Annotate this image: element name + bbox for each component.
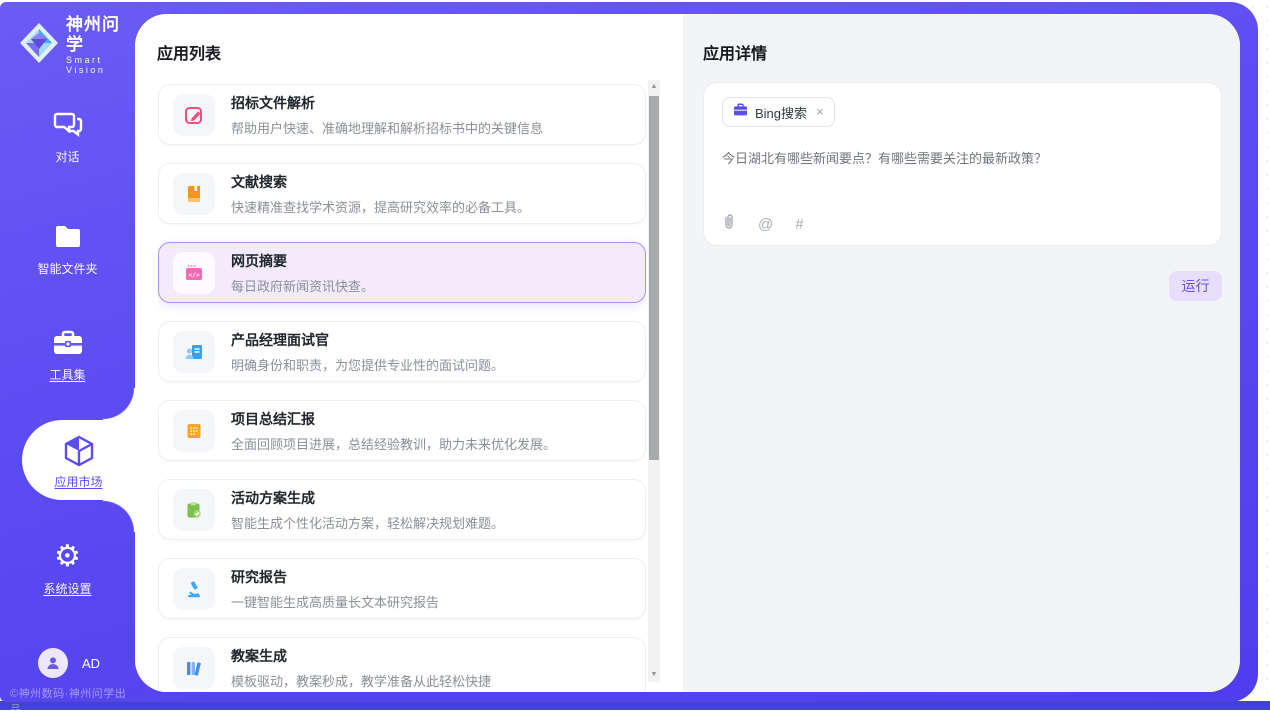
app-card-title: 研究报告 [231, 567, 439, 587]
app-card-desc: 每日政府新闻资讯快查。 [231, 276, 374, 295]
app-card-title: 项目总结汇报 [231, 409, 556, 429]
app-card-desc: 智能生成个性化活动方案，轻松解决规划难题。 [231, 513, 504, 532]
app-card-title: 招标文件解析 [231, 93, 543, 113]
brand-subtitle: Smart Vision [66, 55, 135, 75]
sidebar-item-app-market[interactable]: 应用市场 [22, 420, 135, 500]
input-toolbar: @ # [722, 213, 804, 235]
app-card-title: 教案生成 [231, 646, 491, 666]
close-icon[interactable]: × [816, 106, 824, 118]
app-list-panel: 应用列表 招标文件解析 帮助用户快速、准确地理解和解析招标书中的关键信息 [135, 14, 683, 692]
app-card-title: 活动方案生成 [231, 488, 504, 508]
book-icon [173, 173, 215, 215]
app-card-lesson-plan[interactable]: 教案生成 模板驱动，教案秒成，教学准备从此轻松快捷 [158, 637, 646, 692]
app-card-desc: 明确身份和职责，为您提供专业性的面试问题。 [231, 355, 504, 374]
app-card-desc: 快速精准查找学术资源，提高研究效率的必备工具。 [231, 197, 530, 216]
chat-bubbles-icon [0, 110, 135, 140]
clipboard-check-icon [173, 489, 215, 531]
app-list: 招标文件解析 帮助用户快速、准确地理解和解析招标书中的关键信息 文献搜索 快速精… [158, 84, 646, 692]
cube-icon [22, 435, 135, 467]
sidebar-item-smart-folder[interactable]: 智能文件夹 [0, 222, 135, 277]
app-card-literature-search[interactable]: 文献搜索 快速精准查找学术资源，提高研究效率的必备工具。 [158, 163, 646, 224]
app-list-title: 应用列表 [157, 40, 221, 64]
app-card-title: 网页摘要 [231, 251, 374, 271]
app-card-title: 文献搜索 [231, 172, 530, 192]
scrollbar-thumb[interactable] [649, 96, 659, 460]
run-button[interactable]: 运行 [1169, 271, 1222, 301]
app-card-desc: 一键智能生成高质量长文本研究报告 [231, 592, 439, 611]
app-card-desc: 全面回顾项目进展，总结经验教训，助力未来优化发展。 [231, 434, 556, 453]
sidebar-item-label: 对话 [0, 148, 135, 165]
hashtag-icon[interactable]: # [795, 216, 803, 233]
user-account[interactable]: AD [38, 648, 100, 678]
copyright-footer: ©神州数码·神州问学出品 [10, 685, 135, 717]
interview-person-icon [173, 331, 215, 373]
app-card-title: 产品经理面试官 [231, 330, 504, 350]
app-card-desc: 模板驱动，教案秒成，教学准备从此轻松快捷 [231, 671, 491, 690]
app-card-pm-interviewer[interactable]: 产品经理面试官 明确身份和职责，为您提供专业性的面试问题。 [158, 321, 646, 382]
window-bottom-edge [0, 701, 1270, 710]
paperclip-icon[interactable] [722, 213, 736, 235]
microscope-icon [173, 568, 215, 610]
svg-text:</>: </> [188, 271, 200, 279]
app-card-activity-plan[interactable]: 活动方案生成 智能生成个性化活动方案，轻松解决规划难题。 [158, 479, 646, 540]
prompt-card: Bing搜索 × 今日湖北有哪些新闻要点？有哪些需要关注的最新政策？ @ # [703, 82, 1222, 246]
active-tab-curve-top [103, 388, 135, 420]
briefcase-icon [733, 103, 748, 121]
tool-chip-label: Bing搜索 [755, 103, 807, 122]
active-tab-curve-bottom [103, 500, 135, 532]
pen-square-icon [173, 94, 215, 136]
person-icon [45, 655, 61, 671]
app-card-desc: 帮助用户快速、准确地理解和解析招标书中的关键信息 [231, 118, 543, 137]
brand-name: 神州问学 [66, 15, 135, 55]
app-card-project-summary[interactable]: 项目总结汇报 全面回顾项目进展，总结经验教训，助力未来优化发展。 [158, 400, 646, 461]
sidebar: 神州问学 Smart Vision 对话 智能文件夹 [0, 2, 135, 702]
user-initials: AD [82, 656, 100, 671]
sidebar-item-label: 系统设置 [0, 580, 135, 597]
sidebar-item-label: 工具集 [0, 366, 135, 383]
brand: 神州问学 Smart Vision [18, 15, 135, 75]
gear-icon: ⚙ [0, 542, 135, 572]
sidebar-item-label: 应用市场 [22, 473, 135, 490]
brand-logo-diamond-icon [18, 21, 60, 70]
app-detail-title: 应用详情 [703, 40, 767, 64]
sidebar-item-settings[interactable]: ⚙ 系统设置 [0, 542, 135, 597]
query-text-input[interactable]: 今日湖北有哪些新闻要点？有哪些需要关注的最新政策？ [722, 149, 1192, 168]
toolbox-icon [0, 328, 135, 358]
summary-doc-icon [173, 410, 215, 452]
mention-at-icon[interactable]: @ [758, 216, 773, 233]
books-icon [173, 647, 215, 689]
avatar [38, 648, 68, 678]
content-area: 应用列表 招标文件解析 帮助用户快速、准确地理解和解析招标书中的关键信息 [135, 14, 1240, 692]
sidebar-item-toolset[interactable]: 工具集 [0, 328, 135, 383]
app-card-research-report[interactable]: 研究报告 一键智能生成高质量长文本研究报告 [158, 558, 646, 619]
sidebar-item-chat[interactable]: 对话 [0, 110, 135, 165]
scrollbar-up-arrow[interactable]: ▲ [648, 80, 660, 94]
browser-code-icon: </> [173, 252, 215, 294]
folder-icon [0, 222, 135, 252]
sidebar-item-label: 智能文件夹 [0, 260, 135, 277]
app-card-tender-parse[interactable]: 招标文件解析 帮助用户快速、准确地理解和解析招标书中的关键信息 [158, 84, 646, 145]
app-detail-panel: 应用详情 Bing搜索 × 今日湖北有哪些新闻要点？有哪些需要关注的最新政策？ [683, 14, 1240, 692]
app-card-web-summary[interactable]: </> 网页摘要 每日政府新闻资讯快查。 [158, 242, 646, 303]
tool-chip-bing-search[interactable]: Bing搜索 × [722, 97, 835, 127]
scrollbar-down-arrow[interactable]: ▼ [648, 668, 660, 682]
